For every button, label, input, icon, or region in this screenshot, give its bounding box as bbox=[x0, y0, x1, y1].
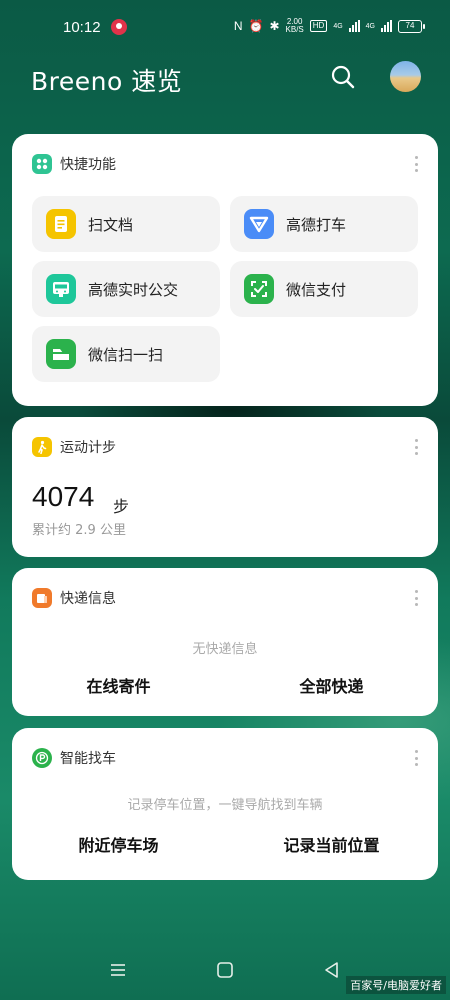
wechat-scan-icon bbox=[46, 339, 76, 369]
status-bar: 10:12 N ⏰ ✱ 2.00 KB/S HD 4G 4G 74 bbox=[0, 0, 450, 56]
package-icon bbox=[32, 588, 52, 608]
steps-card[interactable]: 运动计步 4074 步 累计约 2.9 公里 bbox=[12, 417, 438, 557]
steps-title: 运动计步 bbox=[60, 440, 116, 456]
status-time: 10:12 bbox=[63, 19, 101, 36]
express-title: 快递信息 bbox=[60, 591, 116, 607]
express-card: 快递信息 无快递信息 在线寄件 全部快递 bbox=[12, 568, 438, 716]
hd-badge: HD bbox=[309, 20, 328, 32]
speed-unit: KB/S bbox=[285, 25, 304, 34]
all-express-button[interactable]: 全部快递 bbox=[225, 673, 438, 697]
status-icons: N ⏰ ✱ 2.00 KB/S HD 4G 4G 74 bbox=[233, 18, 425, 34]
notification-icon bbox=[111, 19, 127, 35]
shortcut-amap-taxi[interactable]: 高德打车 bbox=[230, 196, 418, 252]
home-icon bbox=[217, 962, 233, 978]
alarm-icon: ⏰ bbox=[248, 19, 264, 33]
shortcut-label: 高德实时公交 bbox=[88, 280, 179, 299]
page-title: Breeno 速览 bbox=[31, 67, 183, 96]
shortcuts-header: 快捷功能 bbox=[32, 154, 116, 174]
send-online-button[interactable]: 在线寄件 bbox=[12, 673, 225, 697]
bus-icon bbox=[46, 274, 76, 304]
more-icon[interactable] bbox=[414, 590, 418, 606]
parking-icon bbox=[32, 748, 52, 768]
nav-home-button[interactable] bbox=[215, 960, 235, 980]
shortcut-scan-document[interactable]: 扫文档 bbox=[32, 196, 220, 252]
network-speed: 2.00 KB/S bbox=[286, 18, 304, 34]
avatar[interactable] bbox=[390, 61, 421, 92]
shortcut-label: 微信扫一扫 bbox=[88, 345, 164, 364]
wechat-pay-icon bbox=[244, 274, 274, 304]
nav-recents-button[interactable] bbox=[108, 960, 128, 980]
walking-icon bbox=[32, 437, 52, 457]
nfc-icon: N bbox=[233, 19, 243, 33]
document-scan-icon bbox=[46, 209, 76, 239]
shortcut-realtime-bus[interactable]: 高德实时公交 bbox=[32, 261, 220, 317]
more-icon[interactable] bbox=[414, 750, 418, 766]
shortcuts-title: 快捷功能 bbox=[60, 157, 116, 173]
steps-unit: 步 bbox=[113, 497, 130, 516]
parking-header: 智能找车 bbox=[32, 748, 116, 768]
amap-taxi-icon bbox=[244, 209, 274, 239]
apps-grid-icon bbox=[32, 154, 52, 174]
shortcut-label: 微信支付 bbox=[286, 280, 347, 299]
shortcut-label: 扫文档 bbox=[88, 215, 134, 234]
search-icon bbox=[331, 65, 355, 89]
steps-header: 运动计步 bbox=[32, 437, 116, 457]
bluetooth-icon: ✱ bbox=[269, 19, 280, 33]
shortcut-wechat-pay[interactable]: 微信支付 bbox=[230, 261, 418, 317]
steps-distance: 累计约 2.9 公里 bbox=[32, 523, 126, 538]
shortcut-wechat-scan[interactable]: 微信扫一扫 bbox=[32, 326, 220, 382]
menu-icon bbox=[111, 964, 125, 976]
back-icon bbox=[325, 962, 338, 978]
express-empty-message: 无快递信息 bbox=[192, 642, 258, 657]
shortcuts-card: 快捷功能 扫文档 高德打车 高德实时公交 微信支付 微信扫一扫 bbox=[12, 134, 438, 406]
more-icon[interactable] bbox=[414, 156, 418, 172]
network-type-2: 4G bbox=[365, 22, 375, 30]
steps-count: 4074 bbox=[32, 481, 95, 512]
record-location-button[interactable]: 记录当前位置 bbox=[225, 832, 438, 856]
more-icon[interactable] bbox=[414, 439, 418, 455]
network-type-1: 4G bbox=[333, 22, 343, 30]
express-header: 快递信息 bbox=[32, 588, 116, 608]
shortcut-label: 高德打车 bbox=[286, 215, 347, 234]
parking-card: 智能找车 记录停车位置，一键导航找到车辆 附近停车场 记录当前位置 bbox=[12, 728, 438, 880]
nav-back-button[interactable] bbox=[322, 960, 342, 980]
parking-title: 智能找车 bbox=[60, 751, 116, 767]
battery-icon: 74 bbox=[398, 19, 425, 33]
search-button[interactable] bbox=[330, 64, 356, 90]
parking-hint: 记录停车位置，一键导航找到车辆 bbox=[127, 798, 323, 813]
watermark: 百家号/电脑爱好者 bbox=[346, 976, 446, 994]
signal-icon-2 bbox=[381, 20, 392, 32]
nearby-parking-button[interactable]: 附近停车场 bbox=[12, 832, 225, 856]
signal-icon-1 bbox=[348, 20, 360, 32]
